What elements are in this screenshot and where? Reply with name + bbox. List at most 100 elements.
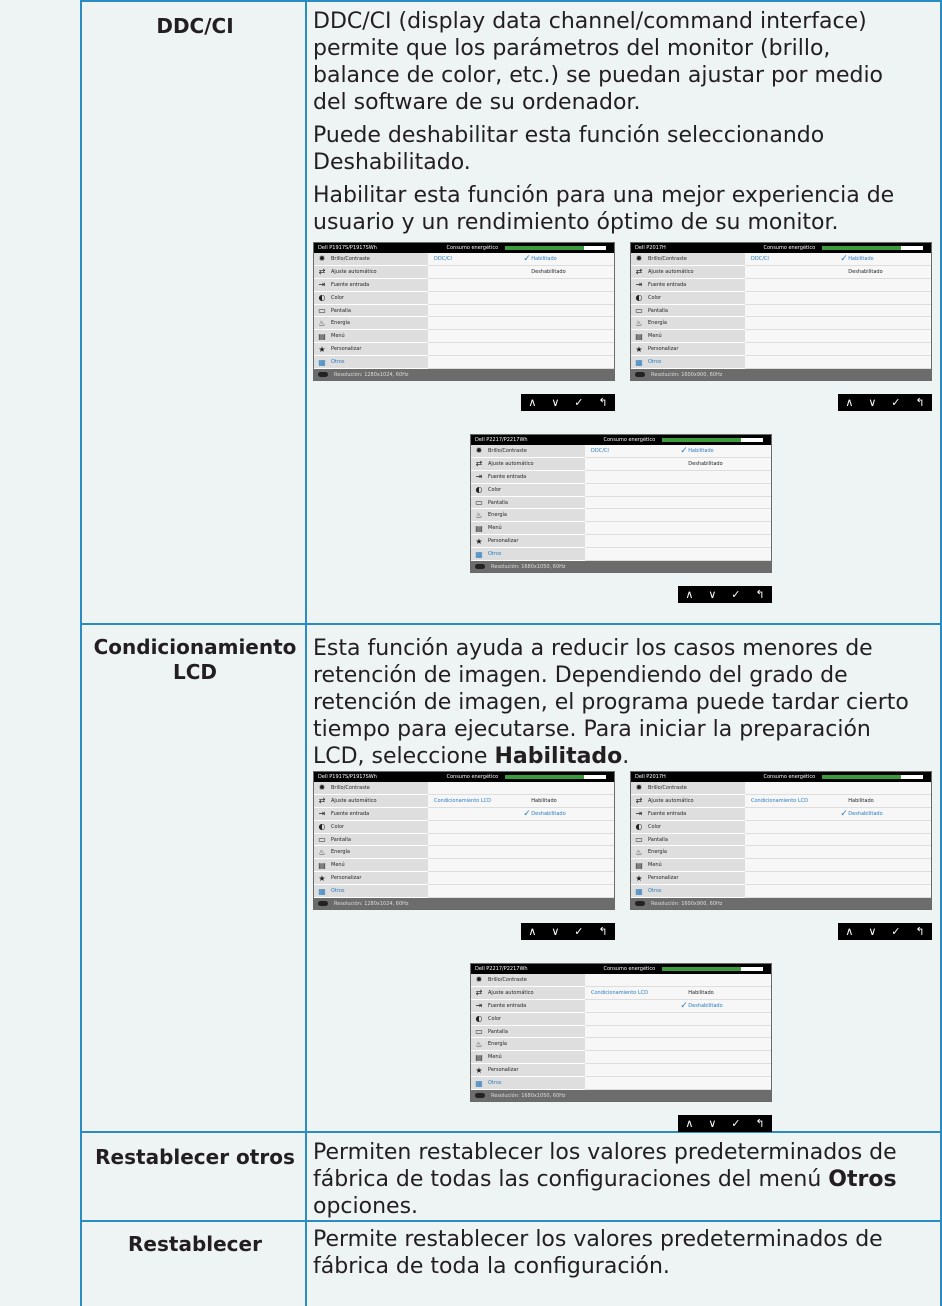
osd-menu-item[interactable]: ▦ Otros	[631, 885, 745, 899]
osd-menu-item[interactable]: ⇥ Fuente entrada	[471, 471, 585, 484]
option-selected[interactable]: Deshabilitado	[688, 1003, 722, 1009]
osd-menu-item[interactable]: ◐ Color	[471, 484, 585, 497]
osd-menu-item[interactable]: ▦ Otros	[314, 356, 428, 370]
osd-menu-item[interactable]: ♨ Energía	[471, 1038, 585, 1052]
back-icon[interactable]: ↰	[915, 925, 924, 938]
osd-menu-item[interactable]: ★ Personalizar	[631, 343, 745, 357]
back-icon[interactable]: ↰	[598, 925, 607, 938]
osd-menu-item[interactable]: ⇄ Ajuste automático	[471, 987, 585, 1000]
back-icon[interactable]: ↰	[755, 588, 764, 601]
osd-menu-item[interactable]: ⇄ Ajuste automático	[314, 266, 428, 279]
up-arrow-icon[interactable]: ∧	[528, 396, 536, 409]
osd-menu-item[interactable]: ▦ Otros	[314, 885, 428, 899]
brightness-icon: ✹	[475, 975, 483, 985]
option[interactable]: Deshabilitado	[848, 269, 882, 275]
check-icon[interactable]: ✓	[574, 925, 583, 938]
osd-menu-item[interactable]: ★ Personalizar	[471, 535, 585, 549]
osd-menu-item[interactable]: ★ Personalizar	[471, 1064, 585, 1078]
up-arrow-icon[interactable]: ∧	[528, 925, 536, 938]
osd-menu-item[interactable]: ⇥ Fuente entrada	[314, 808, 428, 821]
osd-menu-item[interactable]: ◐ Color	[631, 292, 745, 305]
osd-menu-item[interactable]: ▭ Pantalla	[471, 497, 585, 510]
option[interactable]: Deshabilitado	[688, 461, 722, 467]
osd-menu-item[interactable]: ▤ Menú	[471, 522, 585, 536]
option[interactable]: Habilitado	[688, 990, 713, 996]
osd-menu-item[interactable]: ✹ Brillo/Contraste	[631, 782, 745, 795]
osd-menu-item[interactable]: ▦ Otros	[471, 1077, 585, 1091]
check-icon[interactable]: ✓	[574, 396, 583, 409]
osd-menu-item[interactable]: ▤ Menú	[631, 330, 745, 344]
check-icon[interactable]: ✓	[891, 925, 900, 938]
check-icon[interactable]: ✓	[731, 588, 740, 601]
osd-menu-item[interactable]: ★ Personalizar	[314, 343, 428, 357]
up-arrow-icon[interactable]: ∧	[845, 396, 853, 409]
back-icon[interactable]: ↰	[598, 396, 607, 409]
option[interactable]: Deshabilitado	[531, 269, 565, 275]
osd-menu-item[interactable]: ▤ Menú	[631, 859, 745, 873]
option-selected[interactable]: Deshabilitado	[848, 811, 882, 817]
menu-icon: ▤	[475, 523, 483, 533]
osd-menu-item[interactable]: ⇥ Fuente entrada	[631, 279, 745, 292]
energy-bar-empty	[900, 246, 923, 250]
osd-menu-item[interactable]: ▭ Pantalla	[631, 834, 745, 847]
check-icon[interactable]: ✓	[891, 396, 900, 409]
osd-menu-item[interactable]: ★ Personalizar	[631, 872, 745, 886]
option[interactable]: Habilitado	[531, 798, 556, 804]
osd-menu-item[interactable]: ⇄ Ajuste automático	[471, 458, 585, 471]
energy-label: Consumo energético	[763, 245, 816, 251]
option-selected[interactable]: Deshabilitado	[531, 811, 565, 817]
osd-menu-item[interactable]: ♨ Energía	[314, 317, 428, 331]
osd-menu-item[interactable]: ▤ Menú	[314, 859, 428, 873]
osd-menu-item[interactable]: ♨ Energía	[471, 509, 585, 523]
osd-menu-item[interactable]: ✹ Brillo/Contraste	[471, 445, 585, 458]
osd-menu-item[interactable]: ♨ Energía	[631, 846, 745, 860]
option-selected[interactable]: Habilitado	[848, 256, 873, 262]
osd-menu-label: Color	[648, 294, 662, 301]
up-arrow-icon[interactable]: ∧	[845, 925, 853, 938]
osd-menu-item[interactable]: ▭ Pantalla	[631, 305, 745, 318]
osd-menu-item[interactable]: ▤ Menú	[314, 330, 428, 344]
input-source-icon: ⇥	[635, 280, 643, 290]
osd-menu-item[interactable]: ✹ Brillo/Contraste	[314, 782, 428, 795]
osd-menu-item[interactable]: ◐ Color	[314, 821, 428, 834]
osd-menu-item[interactable]: ▤ Menú	[471, 1051, 585, 1065]
osd-menu-item[interactable]: ▦ Otros	[631, 356, 745, 370]
osd-menu-item[interactable]: ◐ Color	[471, 1013, 585, 1026]
down-arrow-icon[interactable]: ∨	[708, 588, 716, 601]
osd-menu-item[interactable]: ⇥ Fuente entrada	[314, 279, 428, 292]
back-icon[interactable]: ↰	[755, 1117, 764, 1130]
up-arrow-icon[interactable]: ∧	[685, 588, 693, 601]
osd-menu-item[interactable]: ▭ Pantalla	[314, 834, 428, 847]
osd-menu-item[interactable]: ♨ Energía	[314, 846, 428, 860]
up-arrow-icon[interactable]: ∧	[685, 1117, 693, 1130]
option-selected[interactable]: Habilitado	[688, 448, 713, 454]
option-selected[interactable]: Habilitado	[531, 256, 556, 262]
check-icon[interactable]: ✓	[731, 1117, 740, 1130]
osd-menu-item[interactable]: ▭ Pantalla	[314, 305, 428, 318]
down-arrow-icon[interactable]: ∨	[868, 925, 876, 938]
down-arrow-icon[interactable]: ∨	[551, 925, 559, 938]
osd-menu-item[interactable]: ⇄ Ajuste automático	[631, 266, 745, 279]
osd-menu-label: Ajuste automático	[648, 797, 694, 804]
osd-menu-item[interactable]: ✹ Brillo/Contraste	[631, 253, 745, 266]
osd-menu-label: Personalizar	[331, 346, 362, 353]
osd-menu-item[interactable]: ♨ Energía	[631, 317, 745, 331]
osd-panel-row	[585, 1064, 771, 1078]
option[interactable]: Habilitado	[848, 798, 873, 804]
down-arrow-icon[interactable]: ∨	[551, 396, 559, 409]
down-arrow-icon[interactable]: ∨	[708, 1117, 716, 1130]
down-arrow-icon[interactable]: ∨	[868, 396, 876, 409]
osd-menu-item[interactable]: ▦ Otros	[471, 548, 585, 562]
osd-menu-item[interactable]: ◐ Color	[314, 292, 428, 305]
resolution-text: Resolución: 1600x900, 60Hz	[651, 900, 723, 907]
osd-menu-item[interactable]: ⇄ Ajuste automático	[631, 795, 745, 808]
osd-menu-item[interactable]: ✹ Brillo/Contraste	[314, 253, 428, 266]
osd-menu-item[interactable]: ✹ Brillo/Contraste	[471, 974, 585, 987]
osd-menu-item[interactable]: ⇥ Fuente entrada	[631, 808, 745, 821]
osd-menu-item[interactable]: ◐ Color	[631, 821, 745, 834]
osd-menu-item[interactable]: ★ Personalizar	[314, 872, 428, 886]
osd-menu-item[interactable]: ⇥ Fuente entrada	[471, 1000, 585, 1013]
back-icon[interactable]: ↰	[915, 396, 924, 409]
osd-menu-item[interactable]: ⇄ Ajuste automático	[314, 795, 428, 808]
osd-menu-item[interactable]: ▭ Pantalla	[471, 1026, 585, 1039]
